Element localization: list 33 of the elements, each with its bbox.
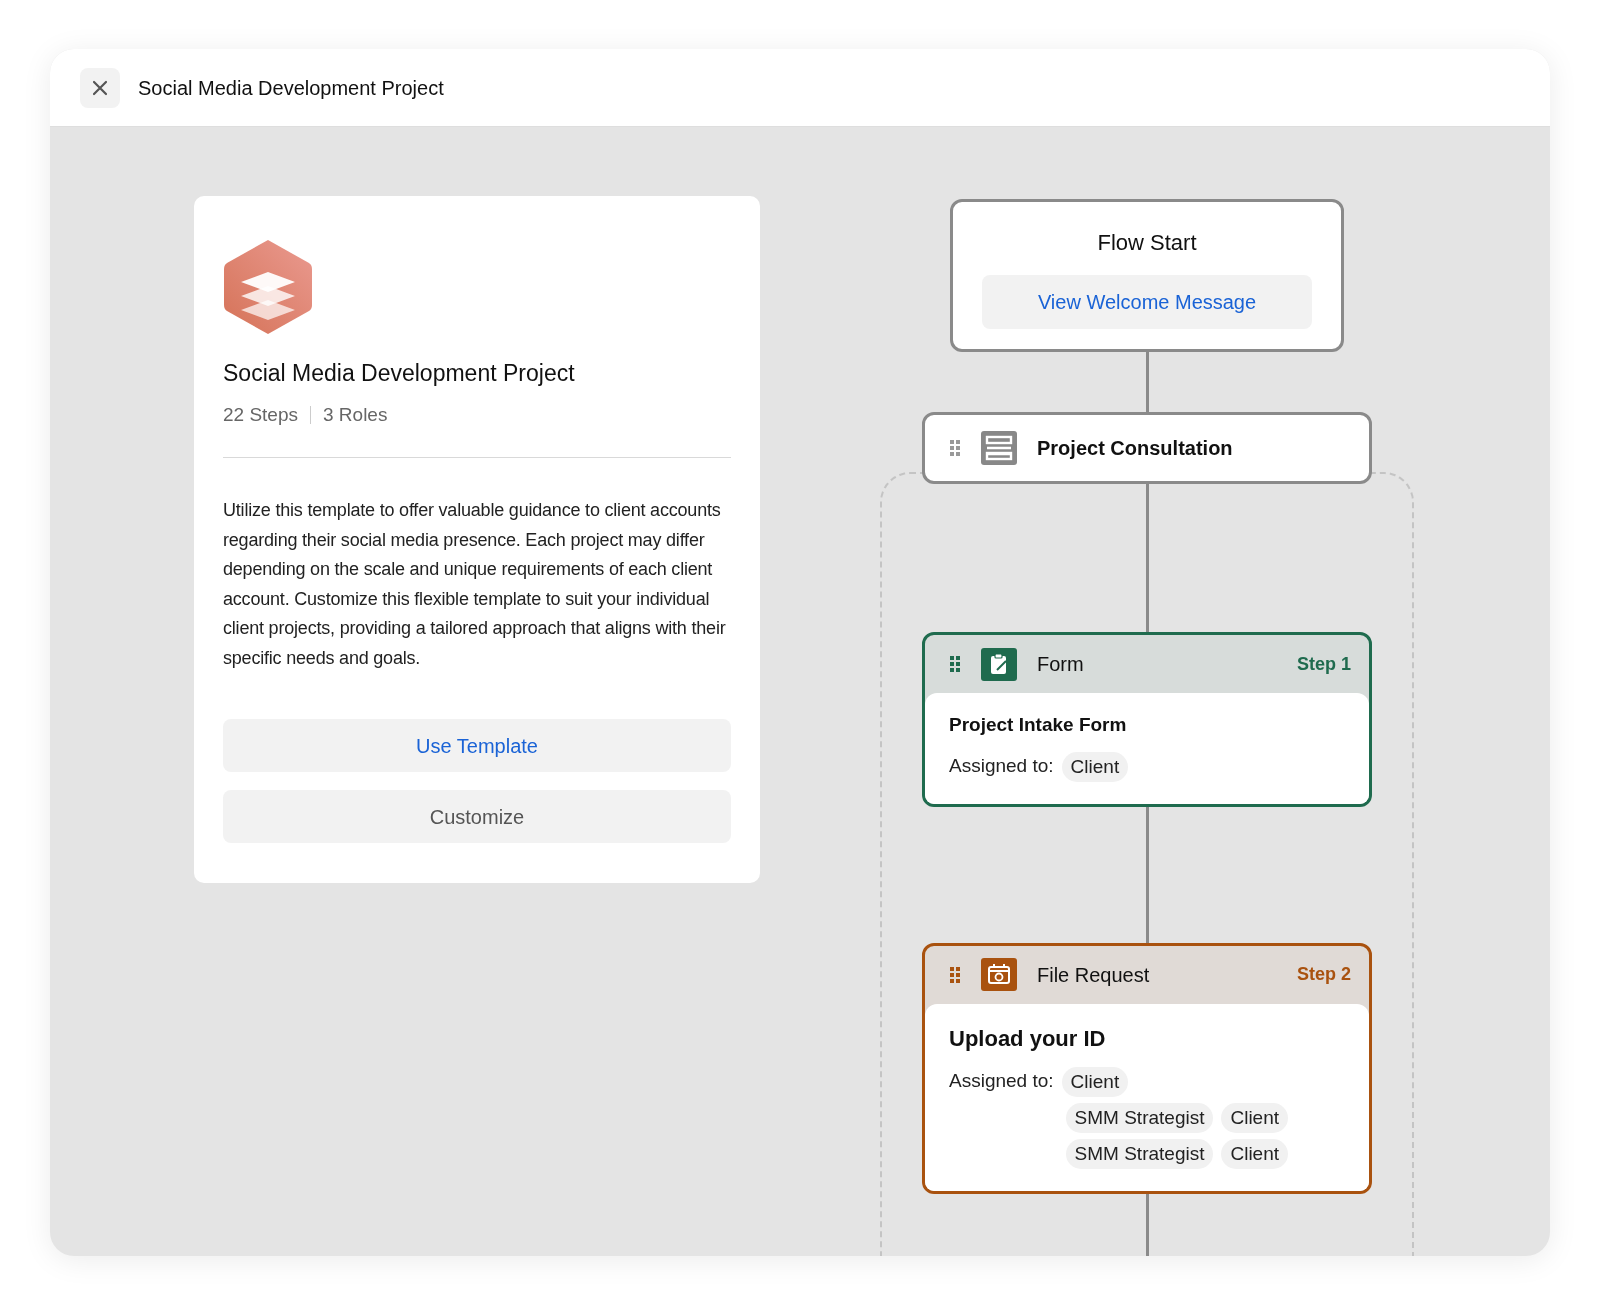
template-title: Social Media Development Project (223, 359, 576, 388)
steps-count: 22 Steps (223, 402, 298, 427)
role-tag: Client (1061, 1066, 1129, 1097)
assigned-label: Assigned to: (949, 754, 1054, 779)
step-title: Upload your ID (949, 1024, 1107, 1053)
node-title: Flow Start (1097, 229, 1197, 257)
window-title: Social Media Development Project (138, 75, 444, 101)
step-title: Project Intake Form (949, 713, 1128, 737)
close-button[interactable] (80, 67, 120, 108)
calendar-icon (981, 958, 1017, 991)
step-number: Step 1 (1296, 652, 1351, 676)
drag-handle-icon[interactable] (949, 655, 961, 673)
clipboard-pencil-icon (981, 647, 1017, 681)
role-tag: Client (1221, 1138, 1289, 1169)
drag-handle-icon[interactable] (949, 965, 961, 984)
close-icon (92, 79, 108, 96)
welcome-message-button[interactable]: View Welcome Message (982, 275, 1312, 329)
layers-logo-icon (223, 238, 313, 336)
step-type: Form (1037, 652, 1085, 677)
template-button[interactable]: Use Template (223, 719, 731, 772)
role-tag: Client (1061, 751, 1129, 782)
template-description: Utilize this template to offer valuable guidance to client accounts regarding their social media presence. Each project may differ depending on the scale and unique requirements of each client account. Customize this flexible template to suit your individual client projects, providing a tailored approach that aligns with their specific needs and goals. (223, 499, 727, 670)
step-number: Step 2 (1296, 963, 1351, 986)
template-button[interactable]: Customize (223, 790, 731, 843)
list-icon (981, 431, 1017, 465)
drag-handle-icon[interactable] (949, 439, 961, 457)
section-title: Project Consultation (1037, 436, 1233, 461)
role-tag: SMM Strategist (1065, 1138, 1214, 1169)
step-type: File Request (1037, 962, 1151, 988)
role-tag: Client (1221, 1102, 1289, 1133)
assigned-label: Assigned to: (949, 1069, 1054, 1094)
role-tag: SMM Strategist (1065, 1102, 1214, 1133)
roles-count: 3 Roles (323, 402, 388, 427)
